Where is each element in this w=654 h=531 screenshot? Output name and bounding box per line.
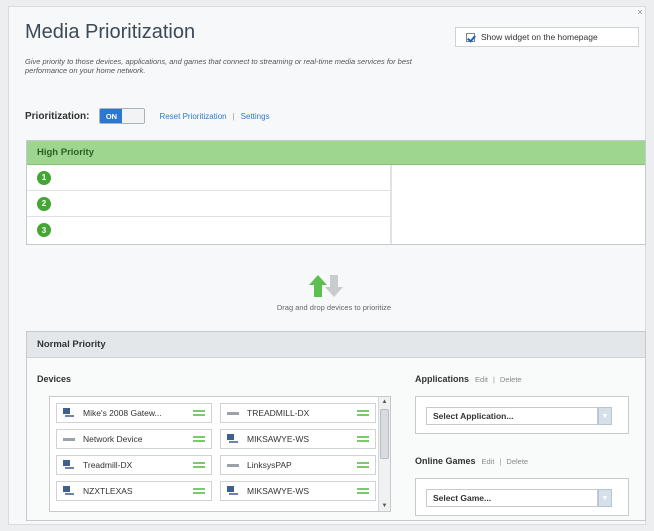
device-name: NZXTLEXAS [83, 486, 133, 496]
normal-priority-box: Normal Priority Devices Mike's 2008 Gate… [26, 331, 646, 521]
high-priority-drop-area[interactable] [391, 165, 645, 244]
applications-separator: | [492, 374, 495, 384]
media-prioritization-panel: × Media Prioritization Give priority to … [8, 6, 646, 525]
applications-delete-link[interactable]: Delete [500, 375, 522, 384]
online-games-separator: | [499, 456, 502, 466]
computer-icon [227, 434, 238, 443]
device-name: LinksysPAP [247, 460, 292, 470]
applications-header: Applications Edit | Delete [415, 374, 522, 384]
online-games-delete-link[interactable]: Delete [506, 457, 528, 466]
online-games-select-box: Select Game... ▼ [415, 478, 629, 516]
drag-handle-icon[interactable] [193, 488, 205, 494]
scroll-up-icon[interactable]: ▲ [379, 397, 390, 407]
applications-label: Applications [415, 374, 470, 384]
scroll-down-icon[interactable]: ▼ [379, 501, 390, 511]
high-priority-slots: 1 2 3 [27, 165, 391, 243]
normal-priority-header: Normal Priority [27, 332, 645, 358]
settings-link[interactable]: Settings [241, 112, 270, 121]
page-title: Media Prioritization [25, 21, 196, 43]
device-list[interactable]: Mike's 2008 Gatew... TREADMILL-DX Networ… [49, 396, 391, 512]
priority-number-badge: 1 [37, 170, 51, 185]
device-name: MIKSAWYE-WS [247, 486, 310, 496]
device-item[interactable]: MIKSAWYE-WS [220, 429, 376, 449]
device-name: Network Device [83, 434, 143, 444]
device-item[interactable]: NZXTLEXAS [56, 481, 212, 501]
show-widget-checkbox-row[interactable]: Show widget on the homepage [455, 27, 639, 47]
high-priority-header: High Priority [27, 141, 645, 165]
drag-handle-icon[interactable] [193, 436, 205, 442]
device-name: MIKSAWYE-WS [247, 434, 310, 444]
drag-handle-icon[interactable] [357, 410, 369, 416]
devices-label: Devices [37, 374, 72, 384]
priority-slot-3[interactable]: 3 [27, 217, 391, 243]
toggle-on-label: ON [100, 109, 123, 123]
drag-handle-icon[interactable] [193, 410, 205, 416]
priority-number-badge: 2 [37, 196, 51, 211]
close-icon[interactable]: × [635, 7, 645, 17]
priority-slot-2[interactable]: 2 [27, 191, 391, 217]
game-select[interactable]: Select Game... [426, 489, 598, 507]
online-games-label: Online Games [415, 456, 476, 466]
high-priority-box: High Priority 1 2 3 [26, 140, 646, 245]
online-games-header: Online Games Edit | Delete [415, 456, 528, 466]
reset-prioritization-link[interactable]: Reset Prioritization [159, 112, 226, 121]
computer-icon [227, 486, 238, 495]
online-games-edit-link[interactable]: Edit [482, 457, 495, 466]
prioritization-row: Prioritization: ON Reset Prioritization … [25, 108, 270, 124]
device-name: TREADMILL-DX [247, 408, 310, 418]
computer-icon [63, 486, 74, 495]
show-widget-checkbox[interactable] [466, 32, 475, 42]
drag-handle-icon[interactable] [193, 462, 205, 468]
device-item[interactable]: Treadmill-DX [56, 455, 212, 475]
priority-number-badge: 3 [37, 223, 51, 237]
network-device-icon [227, 412, 239, 415]
chevron-down-icon[interactable]: ▼ [598, 489, 612, 507]
link-separator: | [232, 111, 235, 121]
device-name: Treadmill-DX [83, 460, 133, 470]
drag-handle-icon[interactable] [357, 462, 369, 468]
show-widget-label: Show widget on the homepage [481, 32, 598, 42]
device-list-scrollbar[interactable]: ▲ ▼ [378, 397, 390, 511]
priority-slot-1[interactable]: 1 [27, 165, 391, 191]
chevron-down-icon[interactable]: ▼ [598, 407, 612, 425]
network-device-icon [63, 438, 75, 441]
scroll-thumb[interactable] [380, 409, 389, 459]
page-description: Give priority to those devices, applicat… [25, 57, 412, 75]
device-item[interactable]: Mike's 2008 Gatew... [56, 403, 212, 423]
drag-drop-arrows-icon [305, 271, 345, 301]
computer-icon [63, 408, 74, 417]
toggle-off-area [122, 109, 145, 123]
applications-edit-link[interactable]: Edit [475, 375, 488, 384]
network-device-icon [227, 464, 239, 467]
drag-handle-icon[interactable] [357, 436, 369, 442]
device-item[interactable]: LinksysPAP [220, 455, 376, 475]
device-item[interactable]: TREADMILL-DX [220, 403, 376, 423]
drag-handle-icon[interactable] [357, 488, 369, 494]
device-item[interactable]: MIKSAWYE-WS [220, 481, 376, 501]
device-name: Mike's 2008 Gatew... [83, 408, 162, 418]
computer-icon [63, 460, 74, 469]
device-item[interactable]: Network Device [56, 429, 212, 449]
prioritization-label: Prioritization: [25, 110, 90, 122]
prioritization-toggle[interactable]: ON [99, 108, 146, 124]
device-grid: Mike's 2008 Gatew... TREADMILL-DX Networ… [56, 403, 376, 501]
applications-select-box: Select Application... ▼ [415, 396, 629, 434]
application-select[interactable]: Select Application... [426, 407, 598, 425]
drag-drop-hint: Drag and drop devices to prioritize [276, 303, 392, 312]
